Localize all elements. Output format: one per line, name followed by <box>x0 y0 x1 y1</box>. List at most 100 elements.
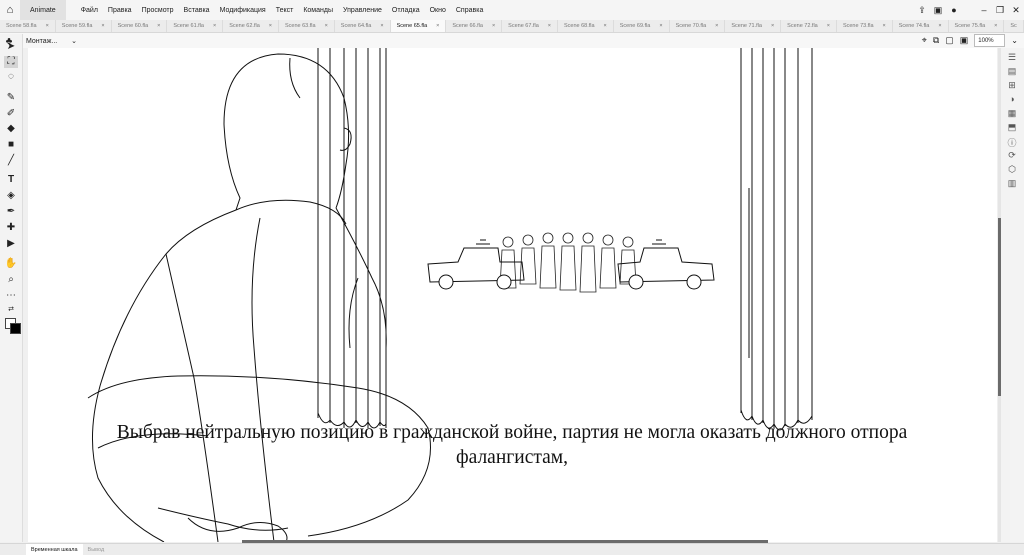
fit-icon[interactable]: ▣ <box>960 35 969 46</box>
hand-tool-icon[interactable]: ✋ <box>4 258 18 270</box>
menu-item[interactable]: Окно <box>425 7 451 14</box>
close-tab-icon[interactable]: × <box>715 23 718 29</box>
document-tab[interactable]: Scene 68.fla × <box>558 20 614 32</box>
restore-icon[interactable]: ❐ <box>992 5 1008 16</box>
fill-color-swatch[interactable] <box>10 323 21 334</box>
history-icon[interactable]: ⟳ <box>1006 150 1018 161</box>
document-tab[interactable]: Scene 71.fla × <box>725 20 782 32</box>
text-tool-icon[interactable]: T <box>4 174 18 186</box>
close-tab-icon[interactable]: × <box>604 23 607 29</box>
document-tab[interactable]: Scene 72.fla × <box>781 20 837 32</box>
stage-icon[interactable]: ▢ <box>945 35 954 46</box>
document-tab[interactable]: Scene 73.fla × <box>837 20 893 32</box>
zoom-field[interactable]: 100% <box>974 34 1006 47</box>
subtitle-line-1: Выбрав нейтральную позицию в гражданской… <box>116 422 908 443</box>
document-tab[interactable]: Scene 69.fla × <box>614 20 670 32</box>
close-tab-icon[interactable]: × <box>325 23 328 29</box>
close-tab-icon[interactable]: × <box>994 23 997 29</box>
close-tab-icon[interactable]: × <box>548 23 551 29</box>
subtitle-text: Выбрав нейтральную позицию в гражданской… <box>0 420 1024 470</box>
paint-bucket-icon[interactable]: ◈ <box>4 190 18 202</box>
bottom-panel-tab[interactable]: Вывод <box>83 544 110 555</box>
menu-item[interactable]: Команды <box>298 7 338 14</box>
assets-icon[interactable]: ▥ <box>1006 178 1018 189</box>
paint-brush-icon[interactable]: ✎ <box>4 92 18 104</box>
close-tab-icon[interactable]: × <box>46 23 49 29</box>
color-icon[interactable]: ◑ <box>1006 94 1018 104</box>
document-tab[interactable]: Scene 74.fla × <box>893 20 949 32</box>
close-tab-icon[interactable]: × <box>101 23 104 29</box>
menu-bar: ⌂ Animate Файл Правка Просмотр Вставка Модиф… <box>0 0 1024 20</box>
play-icon[interactable]: ● <box>946 5 962 15</box>
panels-icon[interactable]: ▣ <box>930 5 946 16</box>
close-tab-icon[interactable]: × <box>659 23 662 29</box>
document-tab[interactable]: Scene 60.fla × <box>112 20 168 32</box>
menu-item[interactable]: Справка <box>451 7 488 14</box>
tab-label: Scene 69.fla <box>619 23 651 29</box>
rectangle-tool-icon[interactable]: ■ <box>4 139 18 151</box>
swap-colors-icon[interactable]: ⇄ <box>4 304 18 316</box>
menu-item[interactable]: Отладка <box>387 7 425 14</box>
close-tab-icon[interactable]: × <box>436 23 439 29</box>
document-tab[interactable]: Scene 65.fla × <box>390 20 447 32</box>
menu-item[interactable]: Управление <box>338 7 387 14</box>
close-tab-icon[interactable]: × <box>157 23 160 29</box>
eyedropper-tool-icon[interactable]: ✒ <box>4 206 18 218</box>
close-tab-icon[interactable]: × <box>380 23 383 29</box>
close-tab-icon[interactable]: × <box>269 23 272 29</box>
close-tab-icon[interactable]: × <box>492 23 495 29</box>
document-tab[interactable]: Scene 64.fla × <box>335 20 391 32</box>
swatches-icon[interactable]: ▦ <box>1006 108 1018 119</box>
more-tools-icon[interactable]: ⋯ <box>4 290 18 302</box>
document-tab[interactable]: Scene 58.fla × <box>0 20 56 32</box>
document-tab[interactable]: Scene 70.fla × <box>670 20 726 32</box>
close-tab-icon[interactable]: × <box>938 23 941 29</box>
menu-item[interactable]: Модификация <box>215 7 271 14</box>
document-tab[interactable]: Scene 75.fla × <box>949 20 1005 32</box>
menu-item[interactable]: Правка <box>103 7 137 14</box>
selection-tool-icon[interactable]: ➤ <box>4 41 18 53</box>
document-tab[interactable]: Scene 59.fla × <box>56 20 112 32</box>
share-icon[interactable]: ⇪ <box>914 5 930 16</box>
line-tool-icon[interactable]: ╱ <box>4 155 18 167</box>
zoom-tool-icon[interactable]: ⌕ <box>4 274 18 286</box>
close-icon[interactable]: ✕ <box>1008 5 1024 16</box>
scene-selector[interactable]: Монтаж... ⌄ <box>26 37 77 45</box>
transform-icon[interactable]: ⬒ <box>1006 122 1018 133</box>
chevron-down-icon: ⌄ <box>71 37 78 45</box>
eraser-tool-icon[interactable]: ◆ <box>4 123 18 135</box>
menu-item[interactable]: Файл <box>76 7 103 14</box>
components-icon[interactable]: ⬡ <box>1006 164 1018 175</box>
lasso-tool-icon[interactable]: ◌ <box>4 71 18 83</box>
document-tab[interactable]: Scene 63.fla × <box>279 20 335 32</box>
tab-label: Scene 59.fla <box>61 23 93 29</box>
close-tab-icon[interactable]: × <box>213 23 216 29</box>
menu-item[interactable]: Вставка <box>179 7 215 14</box>
minimize-icon[interactable]: – <box>976 5 992 15</box>
close-tab-icon[interactable]: × <box>883 23 886 29</box>
document-tab[interactable]: Scene 66.fla × <box>446 20 503 32</box>
info-icon[interactable]: ⓘ <box>1006 136 1018 149</box>
document-tab[interactable]: Scene 67.fla × <box>502 20 558 32</box>
pin-tool-icon[interactable]: ✚ <box>4 222 18 234</box>
document-tab[interactable]: Sc <box>1004 20 1024 32</box>
free-transform-tool-icon[interactable]: ⛶ <box>4 56 18 68</box>
bottom-panel-tab[interactable]: Временная шкала <box>26 544 83 555</box>
menu-item[interactable]: Текст <box>271 7 299 14</box>
library-icon[interactable]: ▤ <box>1006 66 1018 77</box>
menu-item[interactable]: Просмотр <box>137 7 179 14</box>
document-tab[interactable]: Scene 62.fla × <box>223 20 279 32</box>
clip-icon[interactable]: ⧉ <box>933 35 939 46</box>
close-tab-icon[interactable]: × <box>827 23 830 29</box>
document-tab[interactable]: Scene 61.fla × <box>167 20 224 32</box>
scroll-thumb[interactable] <box>998 218 1001 396</box>
home-icon[interactable]: ⌂ <box>0 0 20 20</box>
chevron-down-icon[interactable]: ⌄ <box>1011 36 1018 45</box>
close-tab-icon[interactable]: × <box>771 23 774 29</box>
center-stage-icon[interactable]: ⌖ <box>922 35 927 46</box>
camera-tool-icon[interactable]: ▶ <box>4 238 18 250</box>
brush-tool-icon[interactable]: ✐ <box>4 108 18 120</box>
align-icon[interactable]: ⊞ <box>1006 80 1018 91</box>
properties-icon[interactable]: ☰ <box>1006 52 1018 63</box>
tab-label: Scene 60.fla <box>117 23 149 29</box>
